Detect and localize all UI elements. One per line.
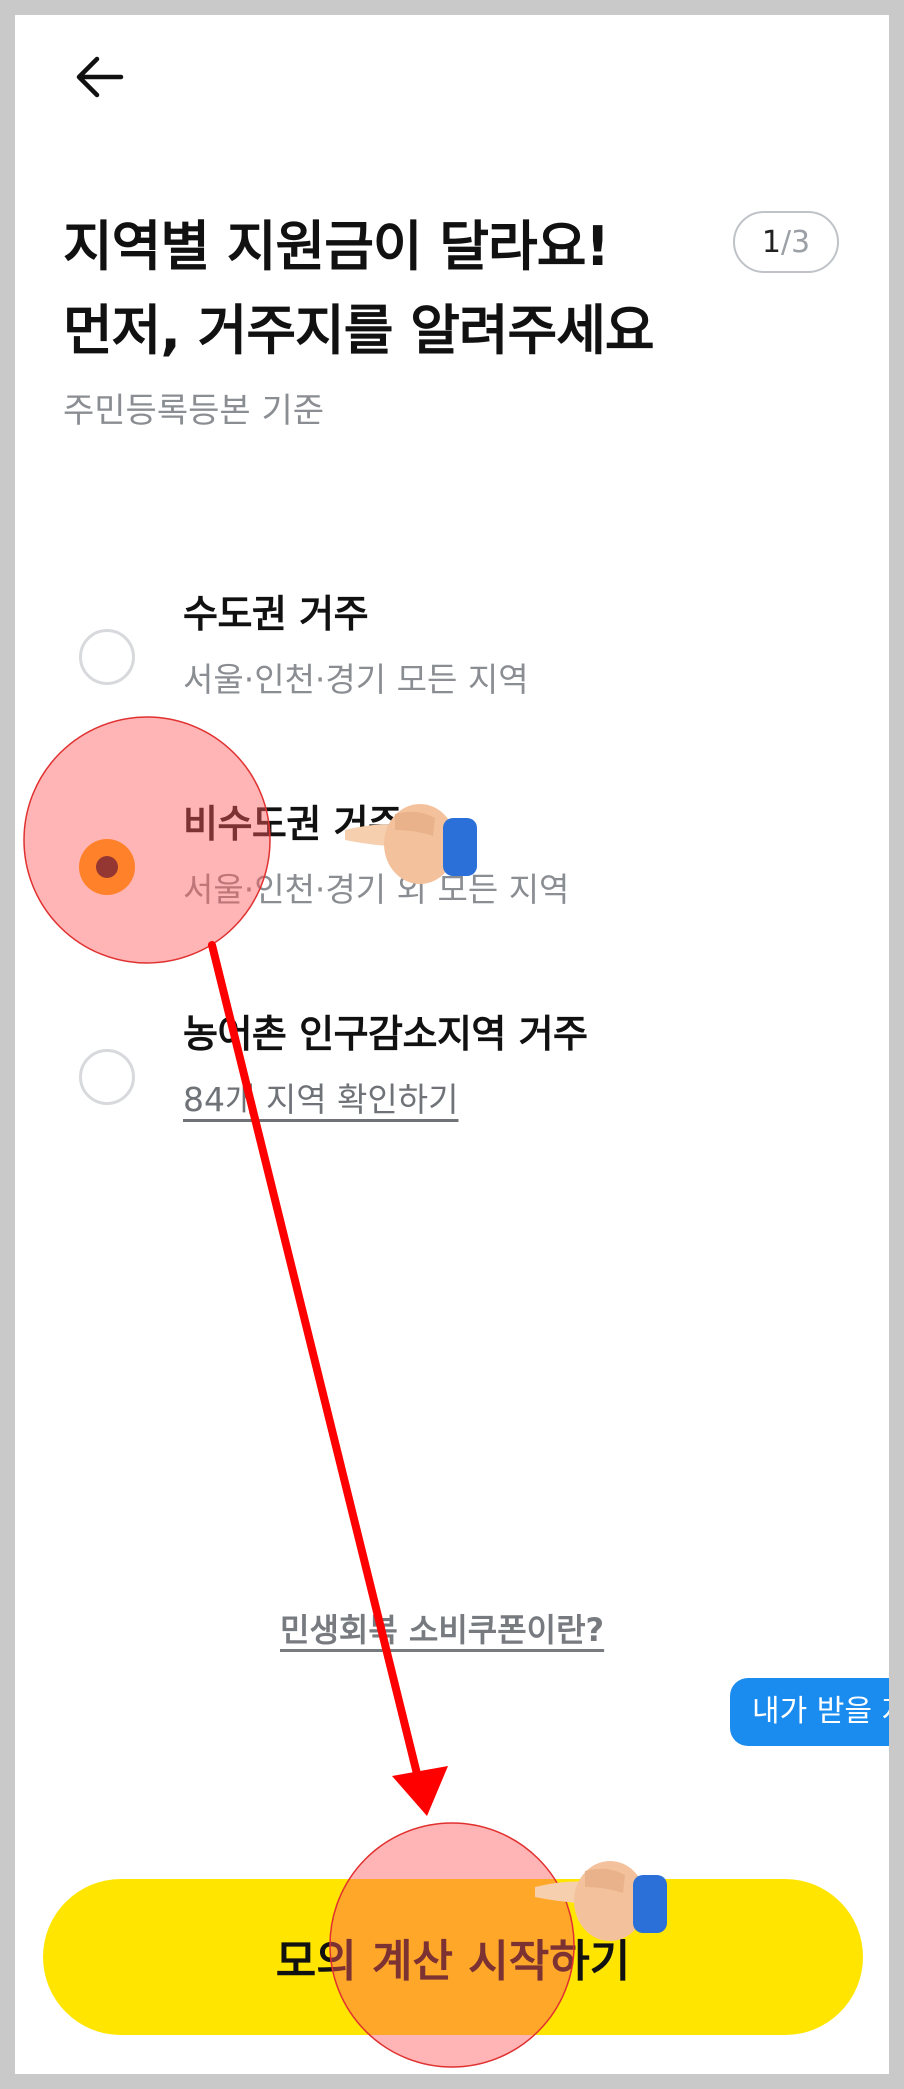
option-title: 농어촌 인구감소지역 거주 xyxy=(183,1012,588,1056)
option-non-metropolitan[interactable]: 비수도권 거주 서울·인천·경기 외 모든 지역 xyxy=(63,775,823,925)
option-title: 수도권 거주 xyxy=(183,592,369,636)
page-subtitle: 주민등록등본 기준 xyxy=(63,391,325,431)
option-rural-depopulation[interactable]: 농어촌 인구감소지역 거주 84개 지역 확인하기 xyxy=(63,985,823,1135)
step-current: 1 xyxy=(761,224,781,260)
option-subtitle: 서울·인천·경기 모든 지역 xyxy=(183,660,529,699)
arrow-left-icon xyxy=(76,56,124,98)
step-separator: / xyxy=(780,224,792,260)
option-title: 비수도권 거주 xyxy=(183,802,403,846)
step-indicator: 1/3 xyxy=(733,211,839,273)
radio-button[interactable] xyxy=(79,629,135,685)
option-subtitle-wrap: 84개 지역 확인하기 xyxy=(183,1073,459,1121)
region-list-link[interactable]: 84개 지역 확인하기 xyxy=(183,1080,459,1119)
title-line-2: 먼저, 거주지를 알려주세요 xyxy=(63,299,655,362)
coupon-info-link[interactable]: 민생회복 소비쿠폰이란? xyxy=(280,1605,604,1651)
app-screen: 지역별 지원금이 달라요! 먼저, 거주지를 알려주세요 1/3 주민등록등본 … xyxy=(15,15,889,2074)
option-subtitle: 서울·인천·경기 외 모든 지역 xyxy=(183,870,570,909)
title-line-1: 지역별 지원금이 달라요! xyxy=(63,215,610,278)
chat-bubble[interactable]: 내가 받을 지 xyxy=(730,1678,889,1746)
start-calculation-button[interactable]: 모의 계산 시작하기 xyxy=(43,1879,863,2035)
step-total: 3 xyxy=(791,224,811,260)
page-title: 지역별 지원금이 달라요! 먼저, 거주지를 알려주세요 xyxy=(63,205,703,373)
radio-button[interactable] xyxy=(79,1049,135,1105)
option-metropolitan[interactable]: 수도권 거주 서울·인천·경기 모든 지역 xyxy=(63,565,823,715)
radio-button-selected[interactable] xyxy=(79,839,135,895)
back-button[interactable] xyxy=(63,35,133,105)
